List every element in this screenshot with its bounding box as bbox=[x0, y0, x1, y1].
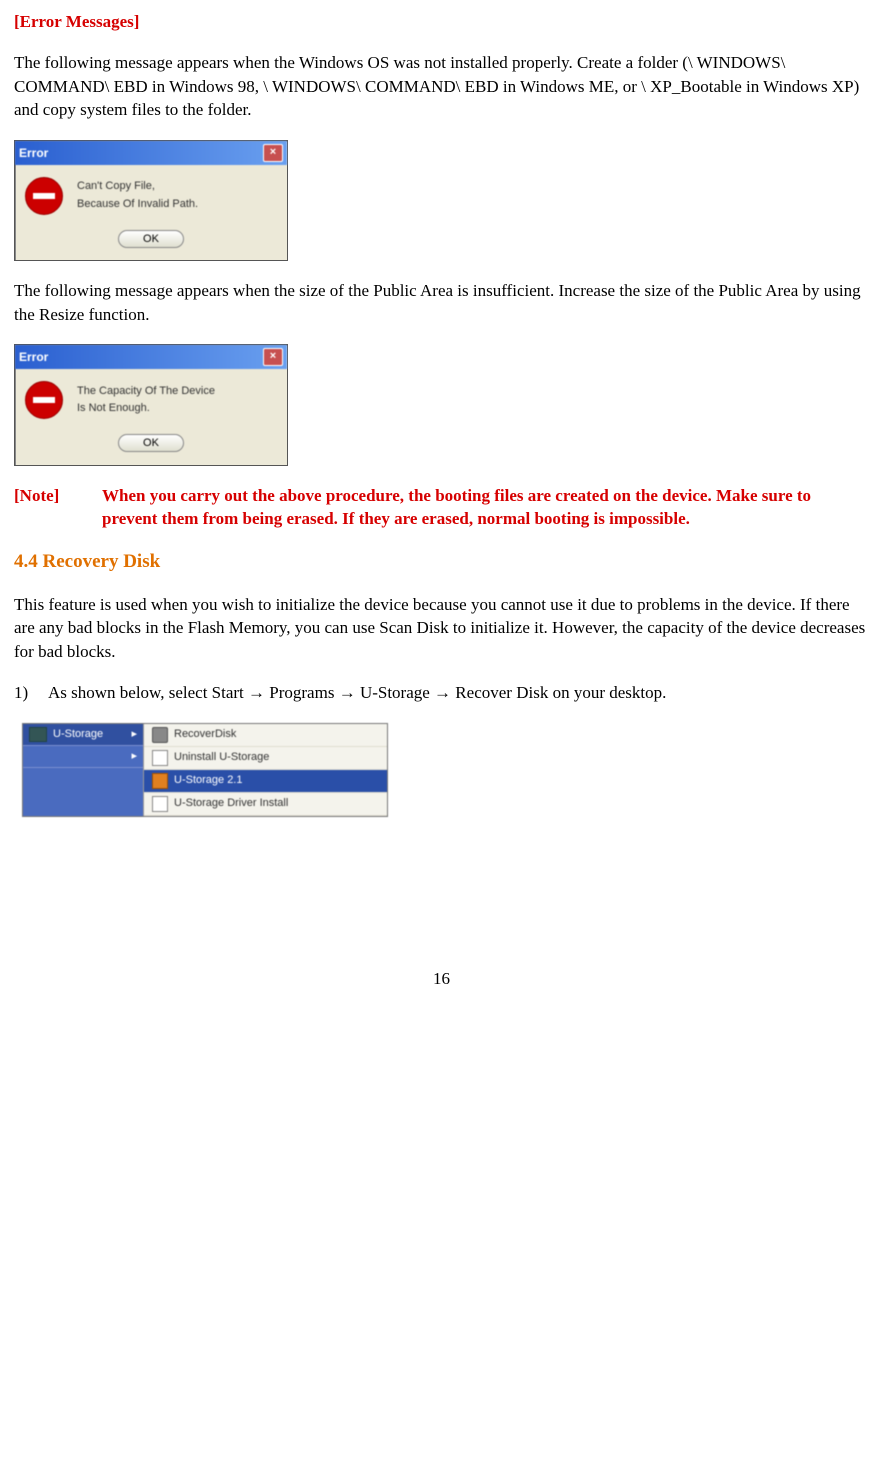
ok-button[interactable]: OK bbox=[118, 230, 184, 248]
dialog-line-2: Is Not Enough. bbox=[77, 400, 215, 418]
menu-right-column: RecoverDisk Uninstall U-Storage U-Storag… bbox=[143, 724, 387, 816]
menu-item-recoverdisk[interactable]: RecoverDisk bbox=[144, 724, 387, 747]
error-dialog-2: Error × The Capacity Of The Device Is No… bbox=[14, 344, 288, 465]
dialog-line-1: Can't Copy File, bbox=[77, 178, 198, 196]
dialog-body: The Capacity Of The Device Is Not Enough… bbox=[15, 369, 287, 425]
note-label: [Note] bbox=[14, 484, 102, 531]
note-text: When you carry out the above procedure, … bbox=[102, 484, 869, 531]
list-text: As shown below, select Start → Programs … bbox=[48, 681, 666, 704]
dialog-button-row: OK bbox=[15, 425, 287, 464]
menu-folder-ustorage[interactable]: U-Storage ▸ bbox=[23, 724, 143, 746]
dialog-button-row: OK bbox=[15, 221, 287, 260]
install-icon bbox=[152, 796, 168, 812]
dialog-titlebar: Error × bbox=[15, 345, 287, 369]
error-messages-heading: [Error Messages] bbox=[14, 10, 869, 33]
paragraph-2: The following message appears when the s… bbox=[14, 279, 869, 326]
menu-label: U-Storage bbox=[53, 727, 103, 742]
dialog-title: Error bbox=[19, 349, 48, 366]
ok-button[interactable]: OK bbox=[118, 434, 184, 452]
menu-empty-row: x ▸ bbox=[23, 746, 143, 768]
chevron-right-icon: ▸ bbox=[131, 749, 137, 764]
error-icon bbox=[25, 381, 63, 419]
dialog-title: Error bbox=[19, 145, 48, 162]
close-icon[interactable]: × bbox=[263, 144, 283, 162]
menu-item-label: U-Storage 2.1 bbox=[174, 773, 242, 788]
error-dialog-1: Error × Can't Copy File, Because Of Inva… bbox=[14, 140, 288, 261]
paragraph-3: This feature is used when you wish to in… bbox=[14, 593, 869, 663]
dialog-message: Can't Copy File, Because Of Invalid Path… bbox=[77, 178, 198, 213]
paragraph-1: The following message appears when the W… bbox=[14, 51, 869, 121]
note-block: [Note] When you carry out the above proc… bbox=[14, 484, 869, 531]
menu-item-label: U-Storage Driver Install bbox=[174, 796, 288, 811]
chevron-right-icon: ▸ bbox=[131, 727, 137, 742]
start-menu-screenshot: U-Storage ▸ x ▸ RecoverDisk Uninstall U-… bbox=[22, 723, 388, 817]
error-icon bbox=[25, 177, 63, 215]
dialog-titlebar: Error × bbox=[15, 141, 287, 165]
close-icon[interactable]: × bbox=[263, 348, 283, 366]
app-icon bbox=[152, 773, 168, 789]
dialog-body: Can't Copy File, Because Of Invalid Path… bbox=[15, 165, 287, 221]
menu-item-label: Uninstall U-Storage bbox=[174, 750, 269, 765]
menu-item-label: RecoverDisk bbox=[174, 727, 236, 742]
menu-left-column: U-Storage ▸ x ▸ bbox=[23, 724, 143, 816]
dialog-line-1: The Capacity Of The Device bbox=[77, 383, 215, 401]
menu-item-uninstall[interactable]: Uninstall U-Storage bbox=[144, 747, 387, 770]
list-number: 1) bbox=[14, 681, 48, 704]
folder-icon bbox=[29, 727, 47, 742]
uninstall-icon bbox=[152, 750, 168, 766]
disk-icon bbox=[152, 727, 168, 743]
section-heading-recovery: 4.4 Recovery Disk bbox=[14, 549, 869, 575]
dialog-message: The Capacity Of The Device Is Not Enough… bbox=[77, 383, 215, 418]
list-item-1: 1) As shown below, select Start → Progra… bbox=[14, 681, 869, 704]
dialog-line-2: Because Of Invalid Path. bbox=[77, 196, 198, 214]
page-number: 16 bbox=[14, 967, 869, 990]
menu-item-ustorage21[interactable]: U-Storage 2.1 bbox=[144, 770, 387, 793]
menu-item-driver-install[interactable]: U-Storage Driver Install bbox=[144, 793, 387, 816]
